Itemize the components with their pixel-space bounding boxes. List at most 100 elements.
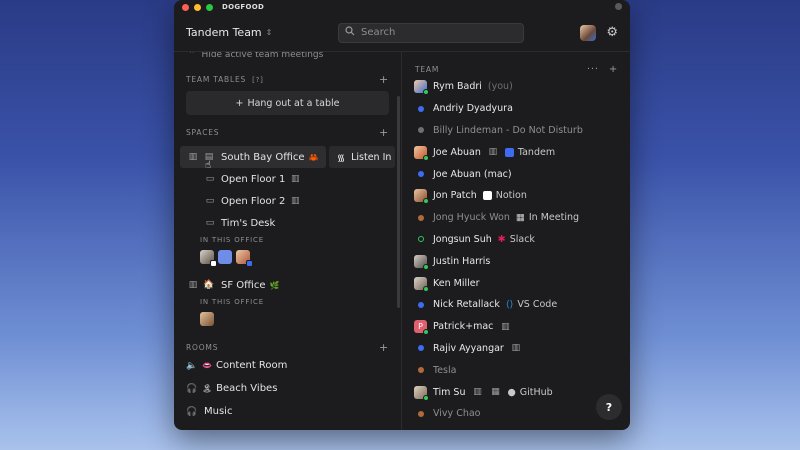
building-icon: ▥ — [291, 196, 300, 206]
add-space-icon[interactable]: + — [379, 126, 389, 139]
room-content-room[interactable]: 🔈 👄 Content Room — [174, 354, 401, 377]
status-dot — [418, 345, 424, 352]
zoom-window-button[interactable] — [206, 3, 213, 11]
room-beach-vibes[interactable]: 🎧 🏝 Beach Vibes — [174, 377, 401, 400]
building-icon: ▥ — [188, 152, 198, 162]
member-row[interactable]: Andriy Dyadyura — [403, 98, 630, 120]
member-name: Jon Patch — [433, 190, 477, 202]
building-icon: ▥ — [188, 280, 198, 290]
add-room-icon[interactable]: + — [379, 341, 389, 354]
spaces-header: SPACES + — [174, 125, 401, 139]
avatar — [414, 145, 429, 161]
chevron-icon: ⌃ — [188, 52, 196, 60]
status-dot — [418, 367, 424, 374]
app-name: In Meeting — [528, 212, 580, 224]
add-table-icon[interactable]: + — [379, 73, 389, 86]
building-icon: ▥ — [501, 321, 510, 332]
space-sf-office[interactable]: ▥ 🏠 SF Office 🌿 — [174, 274, 401, 296]
avatar — [414, 385, 429, 401]
room-emoji: 👄 — [202, 361, 212, 370]
search-box[interactable] — [338, 22, 524, 43]
sidebar-scrollbar[interactable] — [397, 96, 400, 308]
member-row[interactable]: Jon Patch Notion — [403, 185, 630, 207]
top-header: Tandem Team ⇕ ⚙ — [174, 14, 630, 52]
plus-icon: + — [235, 97, 244, 109]
member-row[interactable]: Rajiv Ayyangar ▥ — [403, 338, 630, 360]
room-open-floor-2[interactable]: ▭ Open Floor 2 ▥ — [174, 190, 401, 212]
status-dot — [418, 410, 424, 417]
member-row[interactable]: P Patrick+mac ▥ — [403, 316, 630, 338]
room-open-floor-1[interactable]: ▭ Open Floor 1 ▥ — [174, 168, 401, 190]
calendar-icon: ▦ — [491, 387, 500, 398]
building-icon: ▥ — [473, 387, 482, 398]
help-button[interactable]: ? — [596, 394, 622, 420]
avatar[interactable] — [218, 250, 232, 264]
avatar[interactable] — [200, 312, 214, 326]
avatar[interactable] — [200, 250, 217, 267]
team-tables-header: TEAM TABLES [?] + — [174, 72, 401, 86]
crab-emoji: 🦀 — [308, 152, 319, 162]
status-dot — [418, 171, 424, 178]
tandem-icon — [504, 147, 514, 157]
member-name: Jong Hyuck Won — [433, 212, 510, 224]
member-row[interactable]: Tesla — [403, 359, 630, 381]
member-name: Tim Su — [433, 386, 466, 398]
dnd-dot — [418, 127, 424, 134]
search-input[interactable] — [361, 27, 511, 38]
member-row[interactable]: Rym Badri (you) — [403, 76, 630, 98]
headphones-icon: 🎧 — [186, 383, 198, 394]
calendar-icon: ▦ — [515, 212, 525, 224]
left-sidebar: ⌃ Hide active team meetings TEAM TABLES [… — [174, 52, 402, 430]
status-dot — [418, 236, 424, 243]
gear-icon[interactable]: ⚙ — [606, 25, 618, 40]
avatar[interactable] — [236, 250, 253, 267]
monitor-icon: ▭ — [205, 218, 215, 228]
team-tables-label: TEAM TABLES — [186, 74, 247, 84]
listen-in-button[interactable]: ᯾ Listen In — [329, 146, 395, 168]
add-member-icon[interactable]: + — [609, 64, 618, 75]
member-row[interactable]: Jong Hyuck Won ▦ In Meeting — [403, 207, 630, 229]
member-row[interactable]: Joe Abuan (mac) — [403, 163, 630, 185]
member-row[interactable]: Jongsun Suh ✱ Slack — [403, 229, 630, 251]
member-name: Patrick+mac — [433, 321, 494, 333]
avatar — [414, 80, 429, 96]
listen-icon: ᯾ — [337, 152, 346, 164]
more-icon[interactable]: ··· — [587, 64, 599, 75]
member-name: Rajiv Ayyangar — [433, 342, 504, 354]
my-avatar[interactable] — [580, 24, 597, 41]
hide-meetings-toggle[interactable]: ⌃ Hide active team meetings — [174, 52, 401, 62]
building-icon: ▥ — [291, 174, 300, 184]
minimize-window-button[interactable] — [194, 3, 201, 11]
hangout-table-button[interactable]: + Hang out at a table — [186, 91, 389, 115]
member-name: Rym Badri — [433, 81, 482, 93]
chevron-updown-icon: ⇕ — [265, 28, 273, 37]
status-dot — [418, 105, 424, 112]
member-row[interactable]: Nick Retallack ⟨⟩ VS Code — [403, 294, 630, 316]
room-tims-desk[interactable]: ▭ Tim's Desk — [174, 212, 401, 234]
building-icon: ▥ — [511, 343, 521, 354]
app-name: Tandem — [517, 146, 556, 158]
app-name: Notion — [495, 190, 527, 202]
member-row[interactable]: Ken Miller — [403, 272, 630, 294]
in-this-office-label: IN THIS OFFICE — [200, 298, 264, 306]
rooms-header: ROOMS + — [174, 340, 401, 354]
team-switcher[interactable]: Tandem Team ⇕ — [186, 26, 326, 39]
app-name: VS Code — [517, 299, 558, 311]
avatar — [414, 189, 429, 205]
member-row[interactable]: Joe Abuan ▥ Tandem — [403, 141, 630, 163]
mouse-cursor: ☝ — [205, 160, 212, 171]
vscode-icon: ⟨⟩ — [505, 299, 514, 311]
member-name: Ken Miller — [433, 277, 480, 289]
office-icon: 🏠 — [203, 280, 215, 290]
help-badge[interactable]: [?] — [252, 76, 264, 84]
member-row[interactable]: Justin Harris — [403, 250, 630, 272]
member-name: Andriy Dyadyura — [433, 103, 513, 115]
room-music[interactable]: 🎧 Music — [174, 400, 401, 423]
close-window-button[interactable] — [182, 3, 189, 11]
member-row[interactable]: Tim Su ▥ ▦ ● GitHub — [403, 381, 630, 403]
headphones-icon: 🎧 — [186, 406, 198, 417]
building-icon: ▥ — [488, 147, 498, 158]
room-name: Music — [204, 406, 233, 417]
spaces-label: SPACES — [186, 127, 220, 137]
member-row[interactable]: Billy Lindeman - Do Not Disturb — [403, 120, 630, 142]
